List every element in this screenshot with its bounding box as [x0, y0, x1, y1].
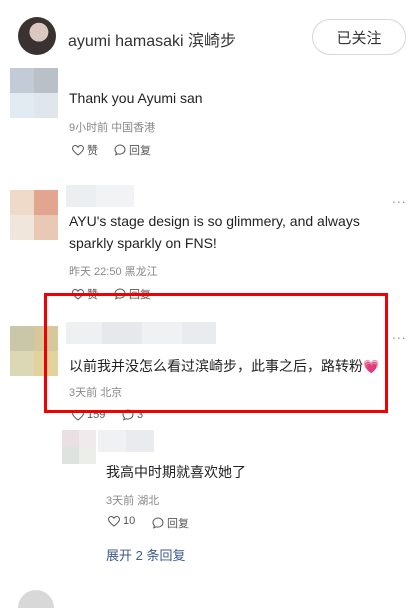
author-avatar[interactable]	[18, 17, 56, 55]
follow-button[interactable]: 已关注	[312, 19, 406, 55]
comment-meta: 9小时前 中国香港	[69, 119, 155, 135]
comment-meta: 昨天 22:50 黑龙江	[69, 263, 158, 279]
comment-icon	[114, 144, 126, 156]
comment-text: Thank you Ayumi san	[69, 90, 203, 106]
reply-like-button[interactable]: 10	[108, 515, 135, 527]
commenter-avatar[interactable]	[18, 590, 54, 608]
reply-meta: 3天前 湖北	[106, 492, 159, 508]
reply-location: 湖北	[137, 495, 160, 507]
reply-label: 回复	[167, 518, 189, 530]
like-button[interactable]: 赞	[72, 142, 98, 158]
reply-avatar[interactable]	[62, 430, 96, 464]
like-count: 10	[123, 515, 136, 527]
comment-location: 黑龙江	[124, 266, 158, 278]
commenter-avatar[interactable]	[10, 190, 58, 240]
comment-text: AYU's stage design is so glimmery, and a…	[69, 213, 360, 251]
highlight-box	[44, 293, 388, 413]
more-options-icon[interactable]: ...	[392, 190, 407, 206]
reply-name-redacted	[98, 430, 154, 452]
comment-time: 9小时前	[69, 122, 109, 134]
more-options-icon[interactable]: ...	[392, 326, 407, 342]
expand-replies-link[interactable]: 展开 2 条回复	[106, 545, 185, 564]
reply-time: 3天前	[106, 495, 135, 507]
commenter-avatar[interactable]	[10, 68, 58, 118]
reply-button[interactable]: 回复	[114, 142, 151, 158]
commenter-name-redacted	[66, 185, 134, 207]
author-name[interactable]: ayumi hamasaki 滨崎步	[68, 27, 236, 51]
heart-icon	[108, 515, 120, 527]
heart-icon	[72, 144, 84, 156]
comment-time: 昨天 22:50	[69, 266, 122, 278]
comment-icon	[152, 517, 164, 529]
reply-text: 我高中时期就喜欢她了	[106, 464, 246, 480]
reply-reply-button[interactable]: 回复	[152, 515, 189, 531]
comment-location: 中国香港	[111, 122, 156, 134]
reply-label: 回复	[129, 145, 151, 157]
like-label: 赞	[87, 145, 98, 157]
